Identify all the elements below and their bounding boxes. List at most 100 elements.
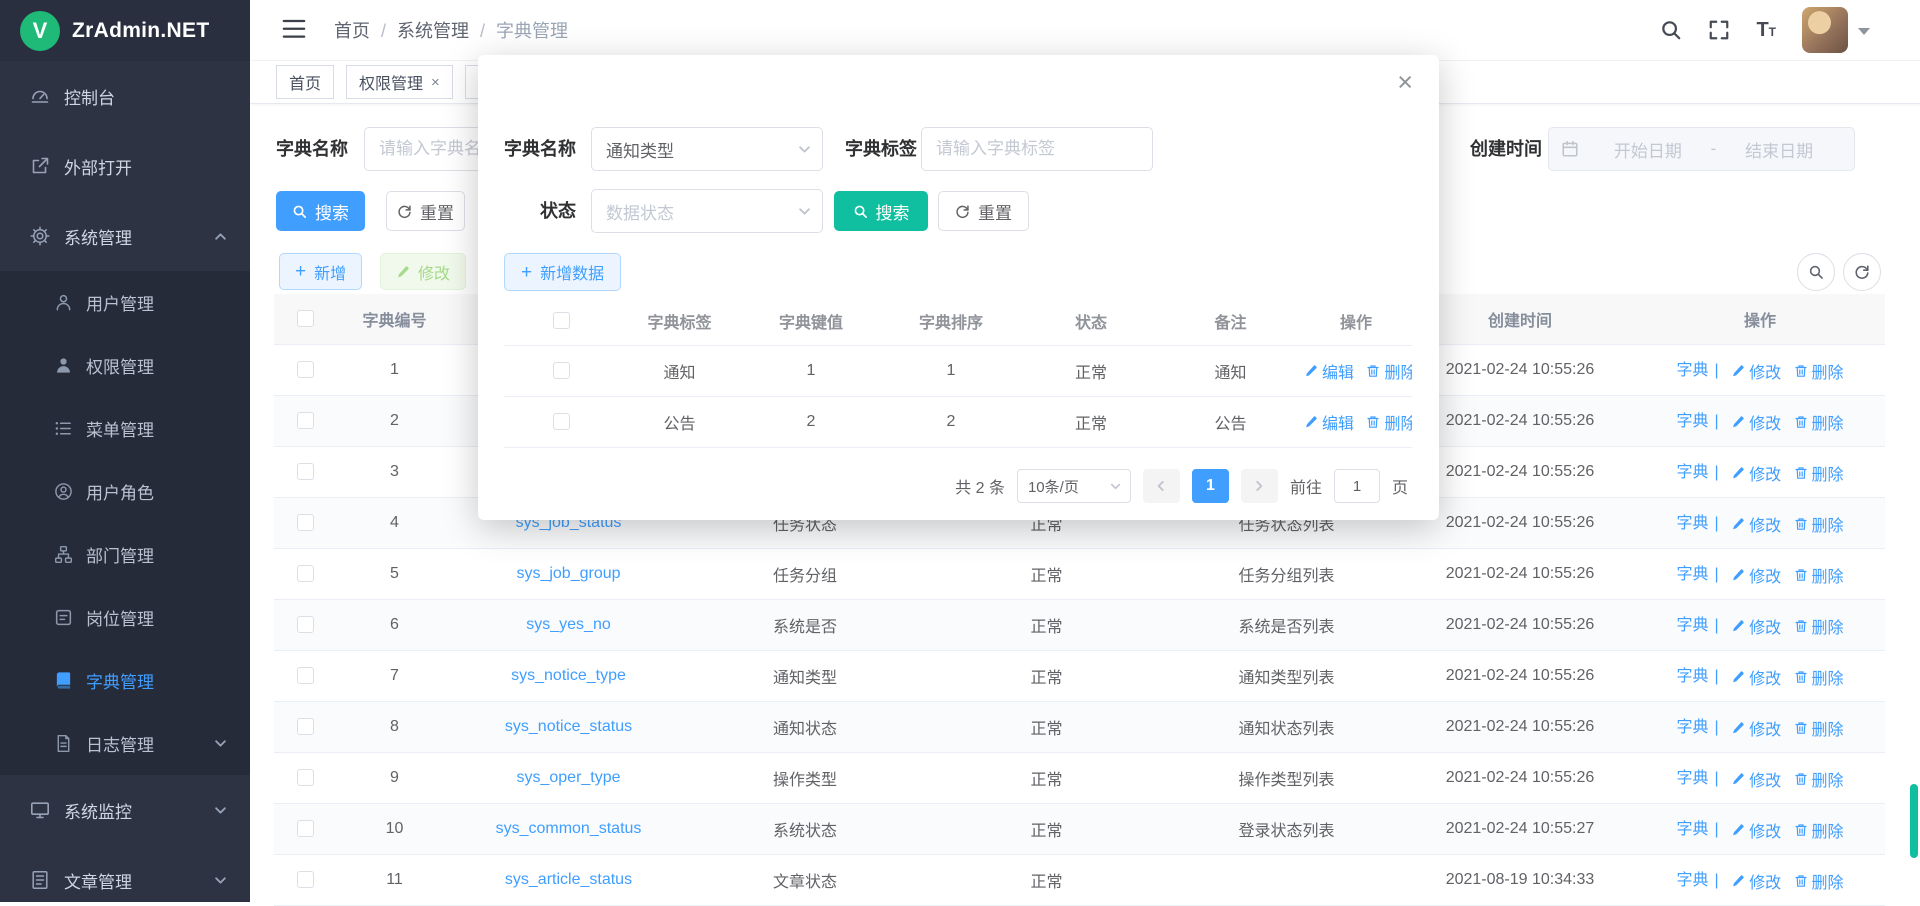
edit-link[interactable]: 修改 bbox=[1731, 359, 1781, 383]
sidebar-item-dictionaries[interactable]: 字典管理 bbox=[0, 649, 250, 712]
row-checkbox[interactable] bbox=[297, 871, 314, 888]
breadcrumb-item[interactable]: 系统管理 bbox=[397, 17, 496, 43]
dict-data-link[interactable]: 字典 bbox=[1676, 872, 1708, 889]
dict-data-link[interactable]: 字典 bbox=[1676, 464, 1708, 481]
next-page-button[interactable] bbox=[1241, 469, 1278, 503]
sidebar-item-articles[interactable]: 文章管理 bbox=[0, 845, 250, 902]
dialog-status-select[interactable]: 数据状态 bbox=[591, 189, 823, 233]
delete-link[interactable]: 删除 bbox=[1366, 359, 1412, 383]
sidebar-item-user-roles[interactable]: 用户角色 bbox=[0, 460, 250, 523]
delete-link[interactable]: 删除 bbox=[1794, 563, 1844, 587]
create-time-range-picker[interactable]: 开始日期 - 结束日期 bbox=[1548, 127, 1855, 171]
delete-link[interactable]: 删除 bbox=[1794, 767, 1844, 791]
breadcrumb-item[interactable]: 首页 bbox=[334, 17, 397, 43]
dict-type-link[interactable]: sys_common_status bbox=[496, 820, 642, 837]
sidebar-item-departments[interactable]: 部门管理 bbox=[0, 523, 250, 586]
sidebar-item-posts[interactable]: 岗位管理 bbox=[0, 586, 250, 649]
dict-type-link[interactable]: sys_oper_type bbox=[516, 769, 620, 786]
current-page-button[interactable]: 1 bbox=[1192, 469, 1229, 503]
edit-link[interactable]: 修改 bbox=[1731, 665, 1781, 689]
row-checkbox[interactable] bbox=[297, 667, 314, 684]
close-icon[interactable]: × bbox=[1397, 69, 1413, 96]
hamburger-icon[interactable] bbox=[282, 18, 306, 42]
row-checkbox[interactable] bbox=[297, 820, 314, 837]
edit-button[interactable]: 修改 bbox=[380, 253, 466, 290]
row-checkbox[interactable] bbox=[553, 413, 570, 430]
dict-type-link[interactable]: sys_yes_no bbox=[526, 616, 611, 633]
dict-data-link[interactable]: 字典 bbox=[1676, 362, 1708, 379]
sidebar-item-dashboard[interactable]: 控制台 bbox=[0, 61, 250, 131]
dict-data-link[interactable]: 字典 bbox=[1676, 719, 1708, 736]
row-checkbox[interactable] bbox=[297, 412, 314, 429]
row-checkbox[interactable] bbox=[297, 463, 314, 480]
refresh-table-button[interactable] bbox=[1843, 253, 1881, 291]
sidebar-item-menus[interactable]: 菜单管理 bbox=[0, 397, 250, 460]
dialog-search-button[interactable]: 搜索 bbox=[834, 191, 928, 231]
tab[interactable]: 首页 × bbox=[276, 65, 334, 99]
dialog-dict-name-select[interactable]: 通知类型 bbox=[591, 127, 823, 171]
delete-link[interactable]: 删除 bbox=[1794, 818, 1844, 842]
tab[interactable]: 权限管理 × bbox=[346, 65, 453, 99]
sidebar-item-users[interactable]: 用户管理 bbox=[0, 271, 250, 334]
page-size-select[interactable]: 10条/页 bbox=[1017, 469, 1131, 503]
row-checkbox[interactable] bbox=[297, 361, 314, 378]
edit-link[interactable]: 修改 bbox=[1731, 512, 1781, 536]
tab-close-icon[interactable]: × bbox=[431, 75, 440, 90]
delete-link[interactable]: 删除 bbox=[1794, 512, 1844, 536]
row-checkbox[interactable] bbox=[297, 769, 314, 786]
dict-data-link[interactable]: 字典 bbox=[1676, 413, 1708, 430]
delete-link[interactable]: 删除 bbox=[1794, 716, 1844, 740]
edit-link[interactable]: 编辑 bbox=[1304, 410, 1354, 434]
reset-button[interactable]: 重置 bbox=[386, 191, 465, 231]
user-menu[interactable] bbox=[1802, 7, 1870, 53]
edit-link[interactable]: 修改 bbox=[1731, 869, 1781, 893]
edit-link[interactable]: 修改 bbox=[1731, 563, 1781, 587]
dict-data-link[interactable]: 字典 bbox=[1676, 515, 1708, 532]
sidebar-item-system[interactable]: 系统管理 bbox=[0, 201, 250, 271]
edit-link[interactable]: 修改 bbox=[1731, 614, 1781, 638]
user-avatar[interactable] bbox=[1802, 7, 1848, 53]
show-search-toggle-button[interactable] bbox=[1797, 253, 1835, 291]
sidebar-item-external-open[interactable]: 外部打开 bbox=[0, 131, 250, 201]
sidebar-item-logs[interactable]: 日志管理 bbox=[0, 712, 250, 775]
dict-type-link[interactable]: sys_notice_status bbox=[505, 718, 632, 735]
dict-data-link[interactable]: 字典 bbox=[1676, 566, 1708, 583]
search-button[interactable]: 搜索 bbox=[276, 191, 365, 231]
select-all-checkbox[interactable] bbox=[553, 312, 570, 329]
select-all-checkbox[interactable] bbox=[297, 310, 314, 327]
search-icon[interactable] bbox=[1660, 19, 1682, 41]
edit-link[interactable]: 修改 bbox=[1731, 767, 1781, 791]
edit-link[interactable]: 修改 bbox=[1731, 818, 1781, 842]
row-checkbox[interactable] bbox=[297, 565, 314, 582]
row-checkbox[interactable] bbox=[297, 514, 314, 531]
scrollbar[interactable] bbox=[1910, 0, 1918, 902]
dict-data-link[interactable]: 字典 bbox=[1676, 770, 1708, 787]
dict-data-link[interactable]: 字典 bbox=[1676, 821, 1708, 838]
delete-link[interactable]: 删除 bbox=[1794, 665, 1844, 689]
edit-link[interactable]: 修改 bbox=[1731, 716, 1781, 740]
delete-link[interactable]: 删除 bbox=[1794, 614, 1844, 638]
delete-link[interactable]: 删除 bbox=[1794, 461, 1844, 485]
breadcrumb-item[interactable]: 字典管理 bbox=[496, 17, 568, 43]
delete-link[interactable]: 删除 bbox=[1794, 359, 1844, 383]
dialog-dict-label-input[interactable] bbox=[921, 127, 1153, 171]
sidebar-item-monitoring[interactable]: 系统监控 bbox=[0, 775, 250, 845]
edit-link[interactable]: 修改 bbox=[1731, 461, 1781, 485]
row-checkbox[interactable] bbox=[297, 616, 314, 633]
dict-type-link[interactable]: sys_article_status bbox=[505, 871, 632, 888]
sidebar-item-permissions[interactable]: 权限管理 bbox=[0, 334, 250, 397]
delete-link[interactable]: 删除 bbox=[1794, 869, 1844, 893]
edit-link[interactable]: 修改 bbox=[1731, 410, 1781, 434]
fullscreen-icon[interactable] bbox=[1708, 19, 1730, 41]
delete-link[interactable]: 删除 bbox=[1794, 410, 1844, 434]
row-checkbox[interactable] bbox=[297, 718, 314, 735]
add-button[interactable]: + 新增 bbox=[279, 253, 362, 290]
add-data-button[interactable]: + 新增数据 bbox=[504, 253, 621, 291]
dict-data-link[interactable]: 字典 bbox=[1676, 668, 1708, 685]
dict-data-link[interactable]: 字典 bbox=[1676, 617, 1708, 634]
scrollbar-thumb[interactable] bbox=[1910, 784, 1918, 858]
goto-page-input[interactable] bbox=[1334, 469, 1380, 503]
dict-type-link[interactable]: sys_job_group bbox=[516, 565, 620, 582]
dict-type-link[interactable]: sys_notice_type bbox=[511, 667, 626, 684]
row-checkbox[interactable] bbox=[553, 362, 570, 379]
